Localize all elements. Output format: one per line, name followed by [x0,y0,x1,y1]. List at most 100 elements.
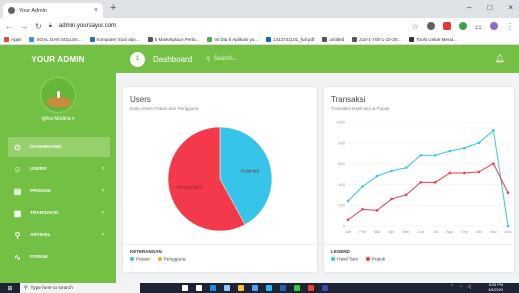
bookmark-item[interactable]: Komputer Soal dan... [89,36,140,42]
app-icon[interactable] [322,285,328,291]
reload-icon[interactable]: ↻ [35,22,42,31]
data-point[interactable] [390,169,393,173]
bookmark-label: Tools Untuk Mend... [416,36,457,42]
legend-swatch [157,257,162,261]
new-tab-button[interactable]: + [110,2,116,14]
data-point[interactable] [448,171,452,175]
legend-label: Hasil Tani [337,257,358,263]
card-divider [324,244,514,245]
avatar-sprout-icon [57,91,60,98]
sidebar-item-produk[interactable]: ▤ PRODUK ‹ [8,181,110,201]
bookmark-item[interactable]: Ini Dia 5 Aplikasi ya... [207,36,258,42]
data-point[interactable] [433,153,437,157]
star-icon[interactable]: ☆ [412,22,419,31]
menu-kebab-icon[interactable]: ⋮ [506,22,514,31]
photos-icon[interactable] [266,285,272,291]
profile-avatar[interactable] [490,22,498,30]
forward-icon[interactable]: → [20,22,28,31]
windows-start-icon[interactable]: ⊞ [0,285,20,292]
data-point[interactable] [404,193,408,197]
bookmark-item[interactable]: 210-1-700-1-10-20... [352,36,401,42]
bookmark-item[interactable]: Apps [4,36,21,42]
data-point[interactable] [492,162,495,165]
data-point[interactable] [375,209,379,212]
bookmark-item[interactable]: SOAL DAN SOLUSI... [29,36,82,42]
dashboard-badge-icon: 1 [130,51,145,67]
close-window-button[interactable]: × [508,3,513,12]
bookmark-label: 5 Marketplace Perla... [154,36,200,42]
bookmark-icon [147,36,153,42]
data-point[interactable] [375,174,379,178]
browser-tab[interactable]: Your Admin × [3,3,103,18]
sidebar-item-icon: ▤ [13,186,22,196]
data-point[interactable] [477,170,481,174]
lock-icon[interactable]: 🔒︎ [49,23,52,30]
tab-close-icon[interactable]: × [94,7,98,14]
sidebar-item-forum[interactable]: ∿ FORUM [8,247,110,267]
sidebar-item-artikel[interactable]: ⚲ ARTIKEL ‹ [8,225,110,245]
bookmark-item[interactable]: 5 Marketplace Perla... [147,36,200,42]
data-point[interactable] [463,171,466,175]
mail-icon[interactable] [252,285,258,291]
data-point[interactable] [448,149,452,153]
data-point[interactable] [419,181,423,184]
back-icon[interactable]: ← [5,22,13,31]
search-placeholder: Search... [213,55,238,62]
bookmark-icon [4,36,9,42]
data-point[interactable] [390,197,393,201]
data-point[interactable] [463,146,466,150]
x-tick-label: Agu [446,229,453,234]
sidebar-item-dashboard[interactable]: ⊙ DASHBOARD [8,137,110,157]
x-tick-label: Mei [403,229,410,234]
minimize-button[interactable]: – [467,3,471,12]
explorer-icon[interactable] [238,285,244,291]
url-input[interactable]: admin.yoursayur.com [59,23,116,29]
extension-icon[interactable] [442,22,451,30]
data-point[interactable] [506,191,510,195]
bookmark-item[interactable]: untitled [322,36,344,42]
data-point[interactable] [404,166,408,170]
page-title: Dashboard [153,54,193,64]
data-point[interactable] [419,153,423,157]
task-view-icon[interactable] [196,285,202,291]
y-tick-label: 800 [338,140,345,145]
user-name-dropdown[interactable]: Ighra Medina ▾ [0,116,116,122]
sidebar-item-transaksi[interactable]: ▦ TRANSAKSI ‹ [8,203,110,223]
series-line-hasil-tani [347,129,509,227]
edge-icon[interactable] [210,285,216,291]
chevron-up-icon[interactable]: ⌃ [450,284,454,290]
series-line-pupuk [347,162,509,221]
sidebar-item-users[interactable]: ☺ USERS ‹ [8,159,110,179]
data-point[interactable] [361,208,364,211]
sidebar-item-icon: ▦ [13,208,22,218]
data-point[interactable] [361,185,364,188]
word-icon[interactable] [280,285,286,291]
chrome-icon[interactable] [308,285,314,291]
taskbar-search[interactable]: ⚲ Type here to search [20,283,140,293]
data-point[interactable] [492,129,495,132]
data-point[interactable] [477,141,481,145]
data-point[interactable] [506,224,510,228]
data-point[interactable] [433,181,437,184]
clock[interactable]: 8:05 PM 4/6/2020 [488,283,503,293]
store-icon[interactable] [224,285,230,291]
search-input[interactable]: ⚲ Search... [206,56,237,63]
search-icon: ⚲ [206,56,211,63]
extension-icon[interactable] [458,22,467,30]
spotify-icon[interactable] [294,285,300,291]
data-point[interactable] [346,199,350,203]
bookmark-item[interactable]: Tools Untuk Mend... [409,36,457,42]
data-point[interactable] [346,218,350,222]
bell-icon[interactable]: 🔔︎ [495,54,505,63]
y-tick-label: 200 [338,203,345,208]
extension-icon[interactable] [426,22,435,30]
sidebar-item-icon: ∿ [14,252,21,262]
bookmark-item[interactable]: 1413741101_full.pdf [266,36,314,42]
users-card-title: Users [130,95,151,104]
volume-icon[interactable]: ◁ [467,284,471,290]
network-icon[interactable]: ◔ [459,284,462,290]
extensions-puzzle-icon[interactable]: ⚏ [475,22,482,31]
system-tray: ⌃ ◔ ◁ [450,284,471,290]
cortana-icon[interactable] [182,285,188,291]
maximize-button[interactable]: □ [487,3,492,12]
